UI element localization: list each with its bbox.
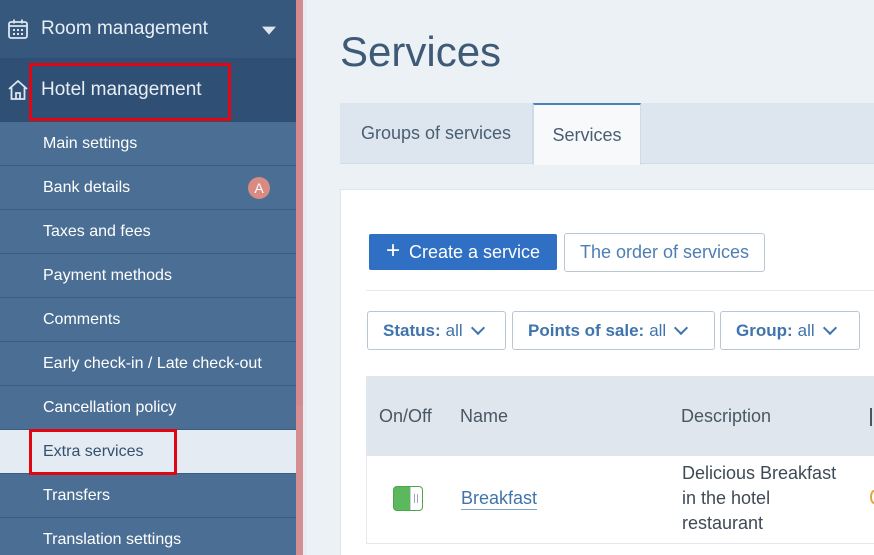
sidebar-item-extra-services[interactable]: Extra services — [0, 430, 296, 474]
create-service-label: Create a service — [408, 241, 541, 262]
tab-label: Groups of services — [361, 123, 512, 143]
filter-value: all — [445, 320, 463, 340]
service-description: Delicious Breakfast in the hotel restaur… — [682, 463, 837, 533]
sidebar-item-label: Early check-in / Late check-out — [43, 354, 262, 372]
chevron-down-icon — [262, 26, 276, 35]
sidebar-item-label: Translation settings — [43, 530, 182, 548]
filter-value: all — [649, 320, 667, 340]
sidebar-scrollbar[interactable] — [296, 0, 303, 555]
sidebar-item-label: Cancellation policy — [43, 398, 177, 416]
sidebar-item-label: Main settings — [43, 134, 138, 152]
home-icon — [8, 80, 28, 100]
status-filter[interactable]: Status: all — [367, 311, 506, 350]
sidebar-item-comments[interactable]: Comments — [0, 298, 296, 342]
divider — [303, 0, 307, 555]
plus-icon: + — [385, 237, 400, 264]
sidebar-item-cancellation-policy[interactable]: Cancellation policy — [0, 386, 296, 430]
sidebar-item-payment-methods[interactable]: Payment methods — [0, 254, 296, 298]
filter-label: Status: — [383, 320, 441, 340]
column-header-on-off[interactable]: On/Off — [379, 376, 432, 456]
page-title: Services — [340, 28, 502, 75]
sidebar-item-label: Payment methods — [43, 266, 172, 284]
sidebar: Room management Hotel management Main se… — [0, 0, 296, 555]
order-of-services-label: The order of services — [579, 242, 750, 262]
chevron-down-icon — [674, 320, 689, 336]
sidebar-item-taxes-and-fees[interactable]: Taxes and fees — [0, 210, 296, 254]
filter-label: Points of sale: — [528, 320, 645, 340]
column-header-cutoff — [870, 408, 872, 426]
toggle-knob — [410, 487, 422, 510]
sidebar-item-label: Bank details — [43, 178, 131, 196]
toolbar-divider — [366, 290, 874, 291]
tab-label: Services — [552, 124, 622, 145]
column-header-name[interactable]: Name — [460, 376, 508, 456]
sidebar-section-label: Hotel management — [41, 79, 202, 100]
sidebar-item-label: Transfers — [43, 486, 110, 504]
sidebar-item-early-late-check[interactable]: Early check-in / Late check-out — [0, 342, 296, 386]
sidebar-section-hotel-management[interactable]: Hotel management — [0, 59, 296, 122]
service-on-off-toggle[interactable] — [393, 486, 423, 511]
sidebar-item-transfers[interactable]: Transfers — [0, 474, 296, 518]
sidebar-item-translation-settings[interactable]: Translation settings — [0, 518, 296, 555]
column-header-description[interactable]: Description — [681, 376, 771, 456]
sidebar-item-main-settings[interactable]: Main settings — [0, 122, 296, 166]
chevron-down-icon — [822, 320, 837, 336]
group-filter[interactable]: Group: all — [720, 311, 860, 350]
notification-badge: A — [248, 177, 270, 199]
sidebar-item-label: Comments — [43, 310, 121, 328]
scrollbar-thumb[interactable] — [296, 0, 303, 405]
chevron-down-icon — [470, 320, 485, 336]
tab-bar: Groups of services Services — [340, 103, 874, 165]
tab-groups-of-services[interactable]: Groups of services — [340, 103, 533, 164]
create-service-button[interactable]: + Create a service — [369, 234, 557, 270]
sidebar-item-bank-details[interactable]: Bank details A — [0, 166, 296, 210]
calendar-icon — [8, 19, 28, 39]
sidebar-section-room-management[interactable]: Room management — [0, 0, 296, 59]
order-of-services-button[interactable]: The order of services — [564, 233, 765, 272]
sidebar-item-label: Extra services — [43, 442, 144, 460]
points-of-sale-filter[interactable]: Points of sale: all — [512, 311, 715, 350]
sidebar-item-label: Taxes and fees — [43, 222, 151, 240]
status-indicator-icon — [870, 490, 874, 504]
service-name-link[interactable]: Breakfast — [461, 487, 538, 510]
sidebar-section-label: Room management — [41, 18, 208, 39]
tab-services[interactable]: Services — [533, 103, 641, 165]
filter-label: Group: — [736, 320, 793, 340]
table-header: On/Off Name Description — [366, 376, 874, 456]
filter-value: all — [797, 320, 815, 340]
